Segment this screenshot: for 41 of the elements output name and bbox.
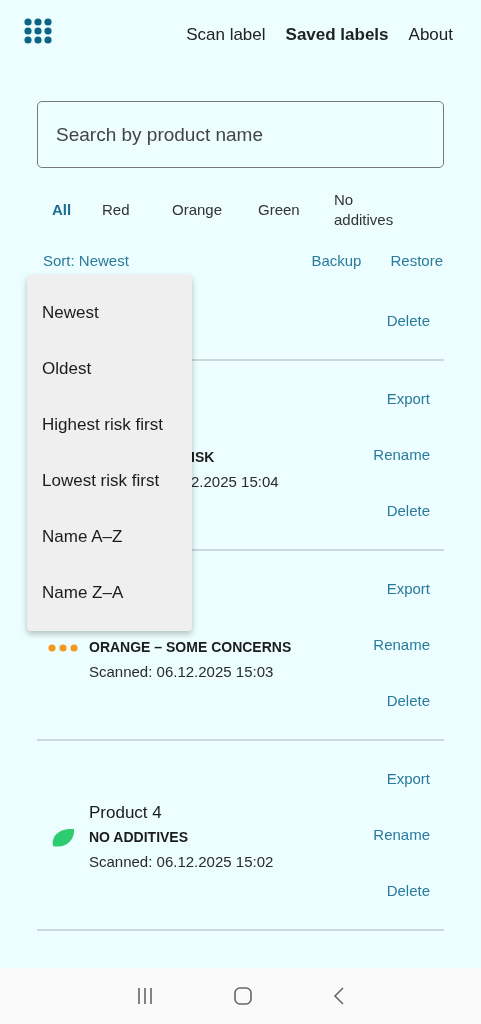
- recent-apps-icon[interactable]: [135, 987, 154, 1005]
- row-action-link[interactable]: Rename: [373, 443, 430, 467]
- menu-item[interactable]: Lowest risk first: [27, 453, 192, 509]
- row-action-link[interactable]: Export: [386, 767, 430, 791]
- menu-item[interactable]: Name A–Z: [27, 509, 192, 565]
- logo-icon: [24, 18, 52, 44]
- menu-item[interactable]: Name Z–A: [27, 565, 192, 621]
- row-action-link[interactable]: Delete: [386, 879, 430, 903]
- risk-label: NO ADDITIVES: [89, 829, 189, 845]
- backup-link[interactable]: Backup: [311, 251, 362, 269]
- filter-tab[interactable]: Green: [258, 200, 300, 220]
- home-icon[interactable]: [232, 986, 253, 1006]
- nav-link[interactable]: About: [408, 25, 453, 45]
- row-action-link[interactable]: Rename: [373, 633, 430, 657]
- menu-item[interactable]: Highest risk first: [27, 397, 192, 453]
- product-name: Product 4: [89, 803, 162, 823]
- scan-date: 2.2025 15:04: [191, 472, 279, 490]
- filter-tab[interactable]: All: [52, 200, 72, 220]
- nav-link[interactable]: Saved labels: [285, 25, 389, 45]
- risk-label: ORANGE – SOME CONCERNS: [89, 639, 292, 655]
- nav-link[interactable]: Scan label: [186, 25, 266, 45]
- row-action-link[interactable]: Export: [386, 577, 430, 601]
- restore-link[interactable]: Restore: [390, 251, 443, 269]
- row-action-link[interactable]: Delete: [386, 309, 430, 333]
- row-action-link[interactable]: Export: [386, 387, 430, 411]
- row-action-link[interactable]: Delete: [386, 689, 430, 713]
- scan-date: Scanned: 06.12.2025 15:03: [89, 662, 274, 680]
- risk-label: ISK: [191, 449, 215, 465]
- scan-date: Scanned: 06.12.2025 15:02: [89, 852, 274, 870]
- menu-item[interactable]: Oldest: [27, 341, 192, 397]
- row-action-link[interactable]: Delete: [386, 499, 430, 523]
- filter-tab[interactable]: Red: [102, 200, 130, 220]
- filter-tab[interactable]: No additives: [334, 190, 414, 230]
- back-icon[interactable]: [331, 986, 346, 1006]
- search-field[interactable]: Search by product name: [37, 101, 444, 168]
- row-action-link[interactable]: Rename: [373, 823, 430, 847]
- sort-link[interactable]: Sort: Newest: [43, 251, 129, 269]
- leaf-icon: [51, 827, 75, 849]
- filter-tab[interactable]: Orange: [172, 200, 223, 220]
- dots-icon: [48, 644, 78, 652]
- menu-item[interactable]: Newest: [27, 285, 192, 341]
